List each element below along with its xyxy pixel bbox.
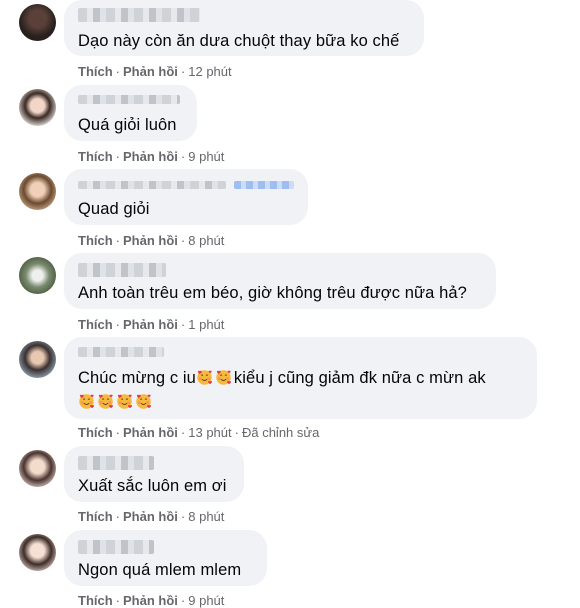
avatar[interactable]	[19, 450, 56, 487]
avatar[interactable]	[19, 89, 56, 126]
like-button[interactable]: Thích	[78, 509, 113, 524]
smiling-face-with-hearts-icon	[78, 393, 95, 410]
reply-button[interactable]: Phản hồi	[123, 149, 178, 164]
like-button[interactable]: Thích	[78, 593, 113, 608]
smiling-face-with-hearts-icon	[215, 369, 232, 386]
like-button[interactable]: Thích	[78, 425, 113, 440]
comment-bubble: Dạo này còn ăn dưa chuột thay bữa ko chế	[64, 0, 424, 56]
avatar[interactable]	[19, 534, 56, 571]
like-button[interactable]: Thích	[78, 149, 113, 164]
commenter-name-blurred[interactable]	[78, 263, 166, 277]
comment-text: Anh toàn trêu em béo, giờ không trêu đượ…	[78, 284, 467, 302]
comment-time[interactable]: 8 phút	[188, 509, 224, 524]
reply-button[interactable]: Phản hồi	[123, 64, 178, 79]
comment-text: Ngon quá mlem mlem	[78, 561, 242, 579]
smiling-face-with-hearts-icon	[97, 393, 114, 410]
avatar[interactable]	[19, 4, 56, 41]
like-button[interactable]: Thích	[78, 64, 113, 79]
comment-time[interactable]: 8 phút	[188, 233, 224, 248]
reply-button[interactable]: Phản hồi	[123, 593, 178, 608]
comment-time[interactable]: 9 phút	[188, 593, 224, 608]
smiling-face-with-hearts-icon	[196, 369, 213, 386]
comment-actions: Thích · Phản hồi · 13 phút · Đã chỉnh sửa	[78, 425, 320, 440]
commenter-name-blurred[interactable]	[78, 8, 200, 22]
avatar[interactable]	[19, 257, 56, 294]
comment-bubble: Ngon quá mlem mlem	[64, 530, 267, 586]
comment-actions: Thích · Phản hồi · 9 phút	[78, 593, 225, 608]
comment-actions: Thích · Phản hồi · 12 phút	[78, 64, 232, 79]
reply-button[interactable]: Phản hồi	[123, 233, 178, 248]
edited-label[interactable]: Đã chỉnh sửa	[242, 425, 319, 440]
reply-button[interactable]: Phản hồi	[123, 317, 178, 332]
comment-time[interactable]: 13 phút	[188, 425, 231, 440]
comment-text: Quad giỏi	[78, 200, 150, 218]
reply-button[interactable]: Phản hồi	[123, 509, 178, 524]
commenter-name-blurred[interactable]	[78, 95, 180, 104]
tag-blurred[interactable]	[234, 181, 294, 189]
comment-time[interactable]: 12 phút	[188, 64, 231, 79]
like-button[interactable]: Thích	[78, 317, 113, 332]
avatar[interactable]	[19, 173, 56, 210]
commenter-name-blurred[interactable]	[78, 181, 226, 189]
comment-text: Dạo này còn ăn dưa chuột thay bữa ko chế	[78, 32, 400, 50]
comment-actions: Thích · Phản hồi · 8 phút	[78, 233, 225, 248]
comment-bubble: Anh toàn trêu em béo, giờ không trêu đượ…	[64, 253, 496, 309]
comment-time[interactable]: 9 phút	[188, 149, 224, 164]
comment-text-line-2	[78, 393, 154, 412]
comment-bubble: Xuất sắc luôn em ơi	[64, 446, 244, 502]
smiling-face-with-hearts-icon	[135, 393, 152, 410]
commenter-name-blurred[interactable]	[78, 456, 154, 470]
commenter-name-blurred[interactable]	[78, 347, 164, 357]
comment-time[interactable]: 1 phút	[188, 317, 224, 332]
comment-bubble: Chúc mừng c iu kiểu j cũng giảm đk nữa c …	[64, 337, 537, 419]
avatar[interactable]	[19, 341, 56, 378]
comment-text: Xuất sắc luôn em ơi	[78, 477, 227, 495]
comment-actions: Thích · Phản hồi · 9 phút	[78, 149, 225, 164]
comment-actions: Thích · Phản hồi · 8 phút	[78, 509, 225, 524]
reply-button[interactable]: Phản hồi	[123, 425, 178, 440]
comment-bubble: Quá giỏi luôn	[64, 85, 197, 141]
smiling-face-with-hearts-icon	[116, 393, 133, 410]
comment-bubble: Quad giỏi	[64, 169, 308, 225]
comment-text-line-1: Chúc mừng c iu kiểu j cũng giảm đk nữa c …	[78, 369, 486, 387]
comment-text: Quá giỏi luôn	[78, 116, 177, 134]
comment-actions: Thích · Phản hồi · 1 phút	[78, 317, 225, 332]
commenter-name-blurred[interactable]	[78, 540, 154, 554]
like-button[interactable]: Thích	[78, 233, 113, 248]
